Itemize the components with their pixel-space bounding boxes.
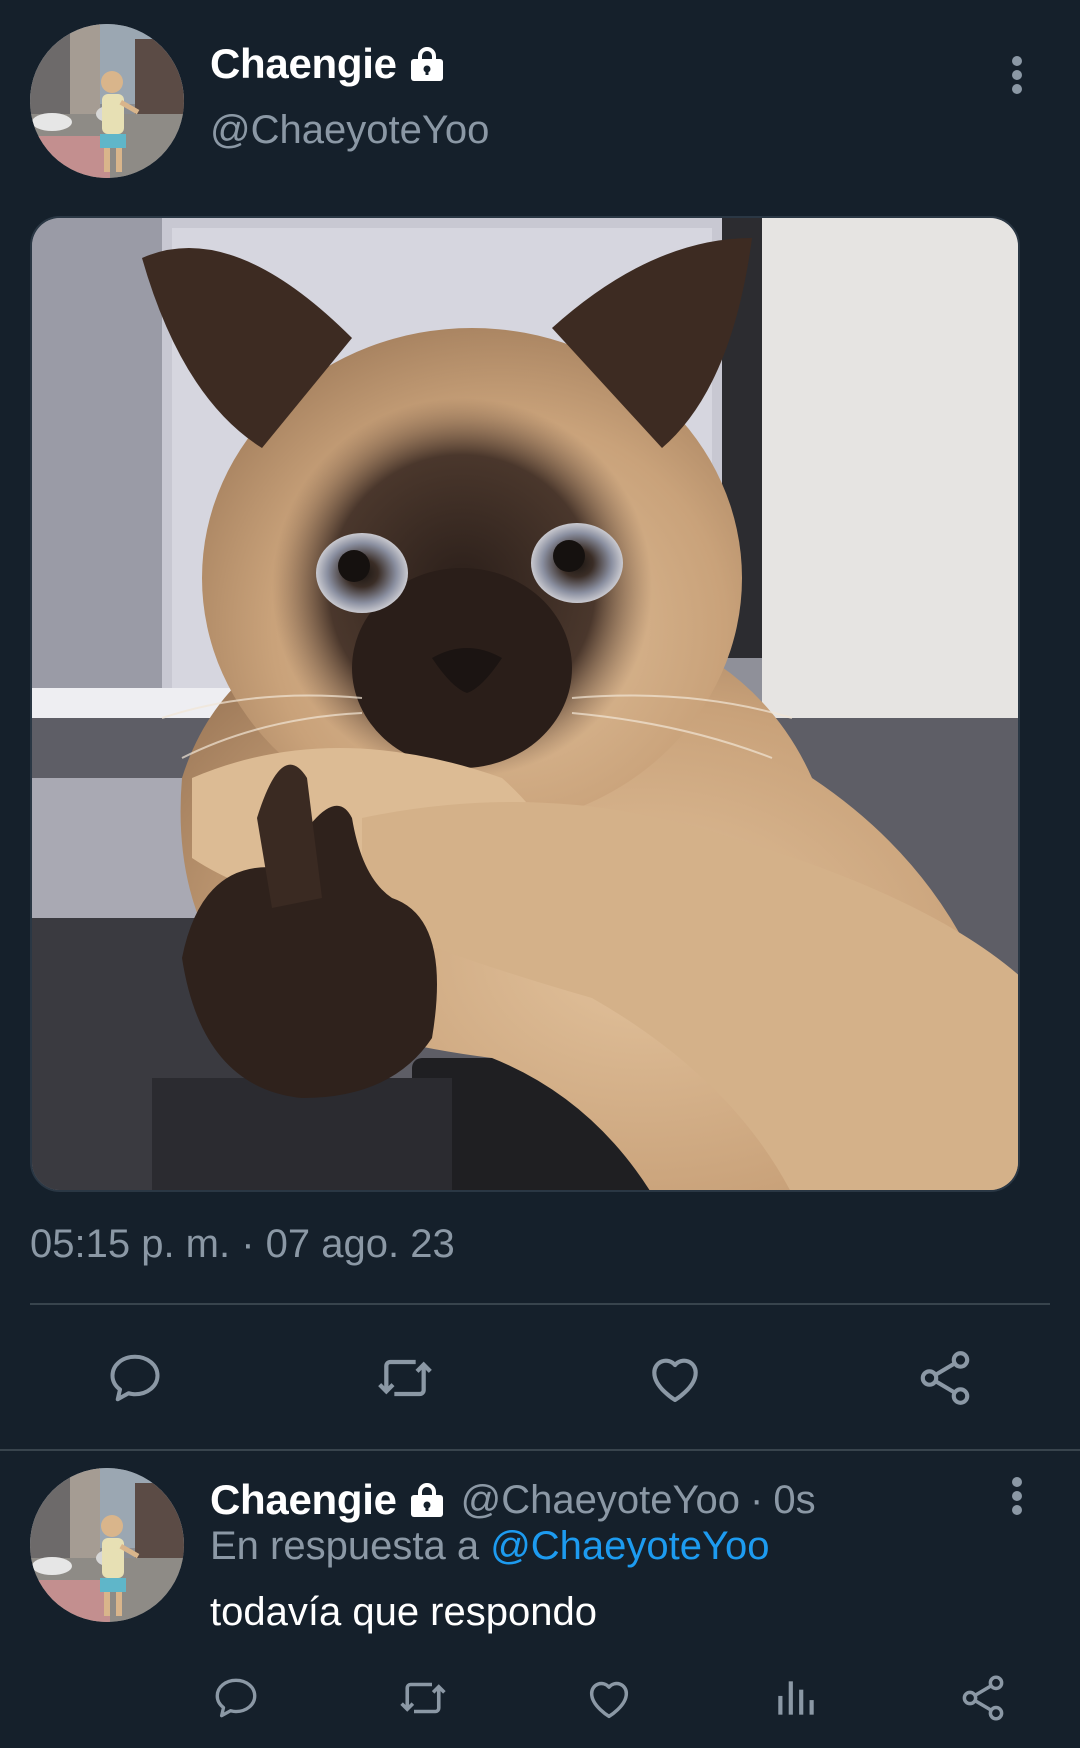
retweet-button[interactable] — [370, 1346, 440, 1410]
reply-text: todavía que respondo — [210, 1590, 597, 1634]
author-name[interactable]: Chaengie — [210, 40, 397, 88]
reply-author-avatar[interactable] — [30, 1468, 184, 1622]
lock-icon — [407, 1480, 447, 1520]
reply-author-name[interactable]: Chaengie — [210, 1476, 397, 1524]
reply-separator: · — [750, 1477, 764, 1522]
reply-reply-button[interactable] — [208, 1670, 264, 1726]
share-icon — [962, 1675, 1004, 1721]
reply-author-handle[interactable]: @ChaeyoteYoo — [461, 1478, 740, 1523]
heart-icon — [589, 1681, 629, 1719]
reply-retweet-button[interactable] — [395, 1670, 451, 1726]
reply-header: Chaengie @ChaeyoteYoo · 0s — [210, 1476, 816, 1524]
like-button[interactable] — [640, 1346, 710, 1410]
lock-icon — [407, 44, 447, 84]
reply-analytics-button[interactable] — [768, 1670, 824, 1726]
more-options-icon[interactable] — [1007, 55, 1027, 99]
author-handle-row: @ChaeyoteYoo — [210, 108, 489, 153]
in-reply-to-line: En respuesta a @ChaeyoteYoo — [210, 1524, 770, 1569]
reply-share-button[interactable] — [955, 1670, 1011, 1726]
section-divider — [0, 1449, 1080, 1451]
in-reply-to-prefix: En respuesta a — [210, 1524, 480, 1568]
share-button[interactable] — [910, 1346, 980, 1410]
reply-like-button[interactable] — [581, 1670, 637, 1726]
retweet-icon — [378, 1359, 432, 1397]
timestamp-divider — [30, 1303, 1050, 1305]
reply-time-ago[interactable]: 0s — [773, 1478, 815, 1523]
analytics-icon — [778, 1681, 814, 1715]
share-icon — [920, 1351, 970, 1405]
tweet-media-image[interactable] — [30, 216, 1020, 1192]
author-avatar[interactable] — [30, 24, 184, 178]
reply-more-options-icon[interactable] — [1007, 1476, 1027, 1520]
reply-icon — [215, 1678, 257, 1718]
heart-icon — [652, 1358, 698, 1403]
author-handle[interactable]: @ChaeyoteYoo — [210, 108, 489, 153]
in-reply-to-mention[interactable]: @ChaeyoteYoo — [490, 1524, 769, 1568]
reply-icon — [110, 1354, 160, 1402]
tweet-timestamp[interactable]: 05:15 p. m. · 07 ago. 23 — [30, 1222, 455, 1267]
retweet-icon — [400, 1682, 446, 1714]
reply-button[interactable] — [100, 1346, 170, 1410]
author-name-row: Chaengie — [210, 40, 447, 88]
